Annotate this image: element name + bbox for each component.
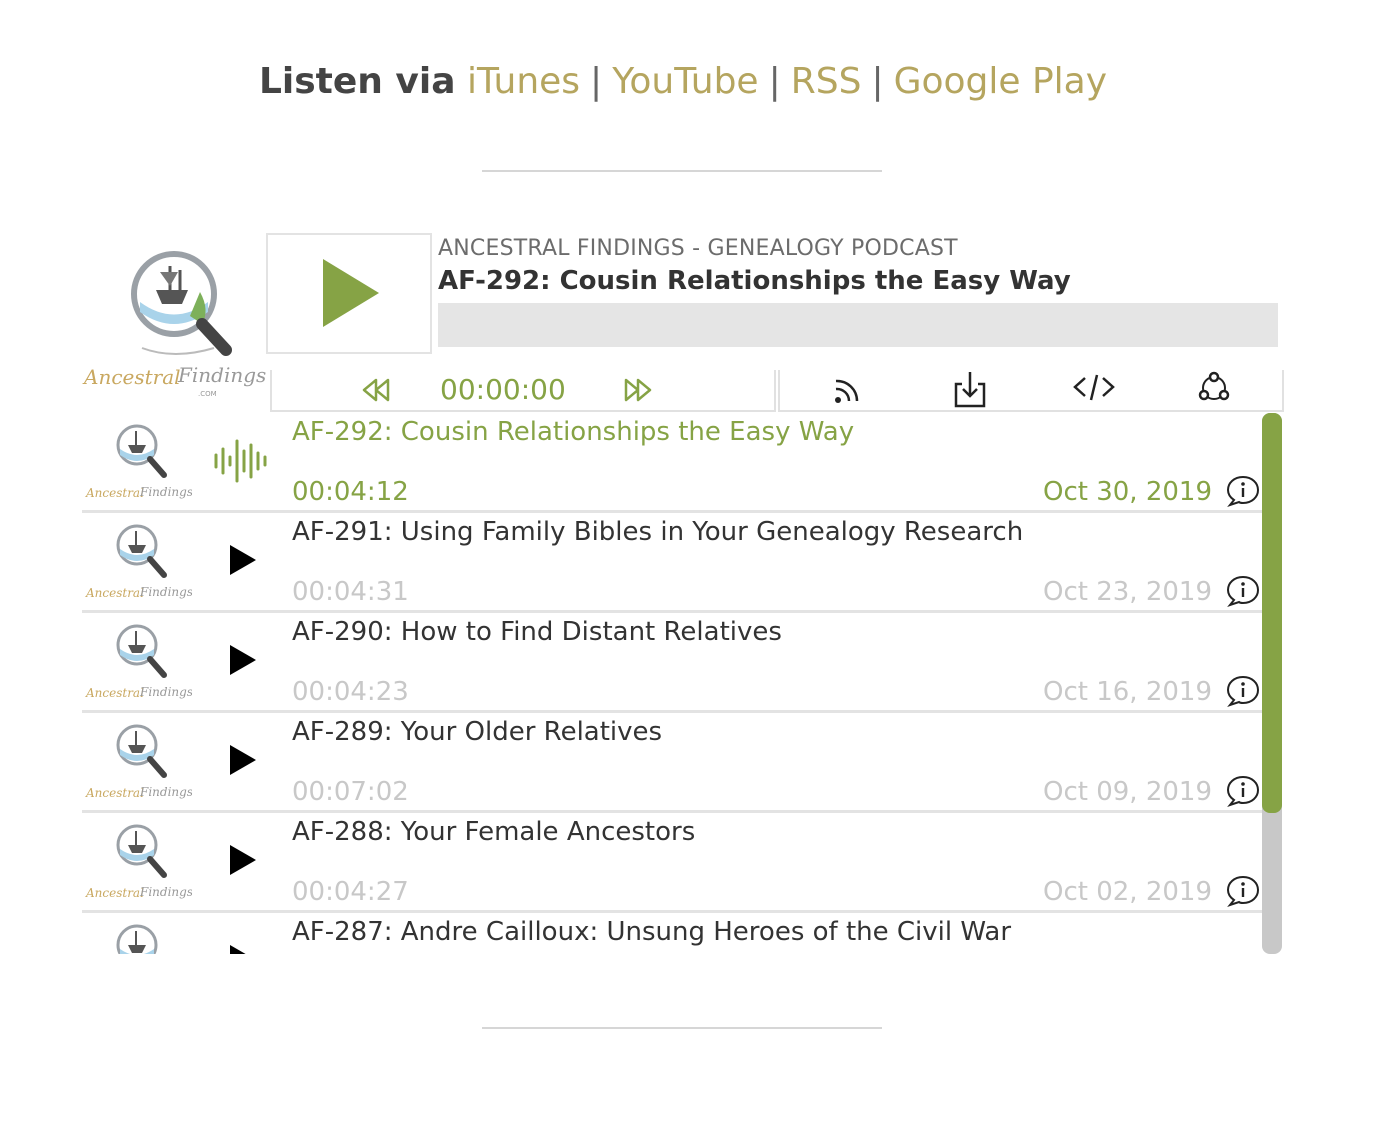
episode-play-icon[interactable] [230, 945, 256, 954]
playback-controls: 00:00:00 [270, 370, 776, 412]
episode-info-icon[interactable] [1226, 675, 1260, 707]
svg-text:Findings: Findings [139, 685, 192, 699]
youtube-link[interactable]: YouTube [612, 61, 758, 102]
scrollbar-thumb[interactable] [1262, 413, 1282, 813]
episode-row[interactable]: Ancestral Findings AF-287: Andre Cailloux:… [82, 913, 1262, 954]
episode-date: Oct 23, 2019 [1043, 577, 1212, 607]
episode-thumbnail: AncestralFindings [85, 624, 192, 700]
rewind-icon[interactable] [358, 374, 394, 406]
episode-duration: 00:04:12 [292, 477, 409, 507]
svg-text:Ancestral: Ancestral [85, 486, 144, 500]
current-time: 00:00:00 [440, 373, 566, 406]
episode-play-icon[interactable] [230, 545, 256, 575]
download-icon[interactable] [950, 370, 990, 410]
episode-title[interactable]: AF-290: How to Find Distant Relatives [292, 617, 782, 647]
episode-date: Oct 02, 2019 [1043, 877, 1212, 907]
svg-text:.COM: .COM [198, 390, 217, 398]
episode-play-icon[interactable] [230, 645, 256, 675]
rss-icon[interactable] [828, 370, 868, 410]
separator: | [590, 61, 603, 102]
episode-thumbnail: AncestralFindings [116, 924, 158, 954]
episode-row[interactable]: Ancestral Findings AF-291: Using Family Bi… [82, 513, 1262, 613]
google-play-link[interactable]: Google Play [894, 61, 1107, 102]
svg-text:Findings: Findings [139, 785, 192, 799]
rss-link[interactable]: RSS [791, 61, 862, 102]
episode-title[interactable]: AF-288: Your Female Ancestors [292, 817, 695, 847]
fast-forward-icon[interactable] [620, 374, 656, 406]
listen-via-bar: Listen via iTunes | YouTube | RSS | Google Pla… [0, 58, 1366, 106]
episode-duration: 00:04:27 [292, 877, 409, 907]
episode-info-icon[interactable] [1226, 475, 1260, 507]
divider-bottom [482, 1027, 882, 1029]
episode-title[interactable]: AF-289: Your Older Relatives [292, 717, 662, 747]
podcast-name: ANCESTRAL FINDINGS - GENEALOGY PODCAST [438, 236, 958, 261]
separator: | [871, 61, 884, 102]
current-episode-title: AF-292: Cousin Relationships the Easy Wa… [438, 266, 1071, 296]
episode-thumbnail: AncestralFindings [85, 524, 192, 600]
podcast-cover-logo: Ancestral Findings .COM [82, 251, 266, 398]
itunes-link[interactable]: iTunes [467, 61, 580, 102]
episode-row[interactable]: Ancestral Findings AF-290: How to Find Dis… [82, 613, 1262, 713]
episode-play-icon[interactable] [230, 845, 256, 875]
svg-text:Findings: Findings [139, 585, 192, 599]
svg-text:Findings: Findings [139, 885, 192, 899]
episode-date: Oct 16, 2019 [1043, 677, 1212, 707]
episode-duration: 00:04:23 [292, 677, 409, 707]
episode-thumbnail: AncestralFindings [85, 824, 192, 900]
svg-text:Findings: Findings [139, 485, 192, 499]
episode-title[interactable]: AF-292: Cousin Relationships the Easy Wa… [292, 417, 854, 447]
progress-bar[interactable] [438, 303, 1278, 347]
episode-info-icon[interactable] [1226, 875, 1260, 907]
episode-list: Ancestral Findings AF-292: Cousin Relation… [82, 413, 1262, 954]
episode-info-icon[interactable] [1226, 775, 1260, 807]
episode-duration: 00:04:31 [292, 577, 409, 607]
episode-row[interactable]: Ancestral Findings AF-292: Cousin Relation… [82, 413, 1262, 513]
episode-info-icon[interactable] [1226, 575, 1260, 607]
separator: | [768, 61, 781, 102]
episode-date: Oct 30, 2019 [1043, 477, 1212, 507]
episode-thumbnail: AncestralFindings [85, 424, 192, 500]
svg-text:Findings: Findings [177, 363, 266, 387]
action-icons [778, 370, 1284, 412]
episode-thumbnail: AncestralFindings [85, 724, 192, 800]
svg-text:Ancestral: Ancestral [85, 886, 144, 900]
episode-play-icon[interactable] [230, 745, 256, 775]
svg-text:Ancestral: Ancestral [85, 586, 144, 600]
listen-via-label: Listen via [258, 61, 456, 102]
svg-text:Ancestral: Ancestral [85, 786, 144, 800]
episode-duration: 00:07:02 [292, 777, 409, 807]
episode-row[interactable]: Ancestral Findings AF-288: Your Female Anc… [82, 813, 1262, 913]
divider-top [482, 170, 882, 172]
svg-text:Ancestral: Ancestral [85, 686, 144, 700]
podcast-player: Ancestral Findings .COM ANCESTRAL FINDIN… [82, 232, 1284, 954]
svg-text:Ancestral: Ancestral [82, 365, 181, 389]
share-icon[interactable] [1194, 370, 1234, 410]
episode-row[interactable]: Ancestral Findings AF-289: Your Older Rela… [82, 713, 1262, 813]
play-icon [323, 259, 379, 327]
audio-wave-icon[interactable] [214, 437, 270, 485]
episode-date: Oct 09, 2019 [1043, 777, 1212, 807]
episode-title[interactable]: AF-291: Using Family Bibles in Your Gene… [292, 517, 1023, 547]
episode-title[interactable]: AF-287: Andre Cailloux: Unsung Heroes of… [292, 917, 1011, 947]
main-play-button[interactable] [266, 233, 432, 354]
embed-code-icon[interactable] [1072, 370, 1116, 406]
